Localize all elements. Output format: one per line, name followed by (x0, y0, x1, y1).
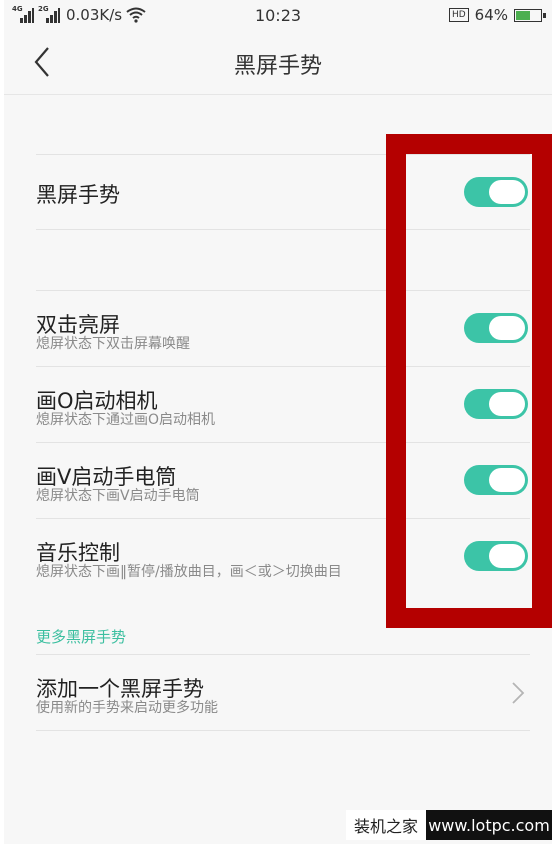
battery-icon (514, 8, 546, 22)
toggle-knob (489, 544, 525, 568)
gesture-subtitle: 熄屏状态下画V启动手电筒 (36, 488, 200, 504)
status-bar: 4G 2G 0.03K/s 10:23 HD 64% (4, 0, 552, 32)
add-gesture-row[interactable]: 添加一个黑屏手势 使用新的手势来启动更多功能 (36, 655, 530, 730)
main-gesture-label: 黑屏手势 (36, 183, 120, 207)
double-tap-toggle[interactable] (464, 313, 528, 343)
status-right: HD 64% (448, 6, 546, 24)
battery-percent: 64% (474, 6, 508, 24)
toggle-knob (489, 392, 525, 416)
top-bar: 黑屏手势 (4, 32, 552, 95)
divider (36, 730, 530, 731)
gesture-row-draw-v: 画V启动手电筒 熄屏状态下画V启动手电筒 (36, 443, 530, 518)
add-gesture-subtitle: 使用新的手势来启动更多功能 (36, 700, 218, 716)
music-control-toggle[interactable] (464, 541, 528, 571)
draw-o-toggle[interactable] (464, 389, 528, 419)
page-title: 黑屏手势 (233, 54, 322, 79)
toggle-knob (489, 468, 525, 492)
gesture-subtitle: 熄屏状态下双击屏幕唤醒 (36, 336, 190, 352)
gesture-row-music: 音乐控制 熄屏状态下画‖暂停/播放曲目，画＜或＞切换曲目 (36, 519, 530, 594)
watermark-left: 装机之家 (346, 810, 426, 840)
chevron-right-icon (512, 682, 525, 704)
gesture-subtitle: 熄屏状态下画‖暂停/播放曲目，画＜或＞切换曲目 (36, 564, 342, 580)
draw-v-toggle[interactable] (464, 465, 528, 495)
main-gesture-row: 黑屏手势 (36, 155, 530, 229)
settings-page: 4G 2G 0.03K/s 10:23 HD 64% 黑屏手势 黑屏手势 双击亮… (4, 0, 552, 844)
gesture-row-draw-o: 画O启动相机 熄屏状态下通过画O启动相机 (36, 367, 530, 442)
hd-badge: HD (448, 8, 469, 22)
watermark: 装机之家 www.lotpc.com (346, 810, 552, 840)
gesture-subtitle: 熄屏状态下通过画O启动相机 (36, 412, 216, 428)
section-header: 更多黑屏手势 (36, 628, 127, 646)
main-gesture-toggle[interactable] (464, 177, 528, 207)
gesture-row-double-tap: 双击亮屏 熄屏状态下双击屏幕唤醒 (36, 291, 530, 366)
divider (36, 229, 530, 230)
toggle-knob (489, 180, 525, 204)
battery-level (516, 10, 530, 20)
toggle-knob (489, 316, 525, 340)
watermark-right: www.lotpc.com (426, 810, 552, 840)
